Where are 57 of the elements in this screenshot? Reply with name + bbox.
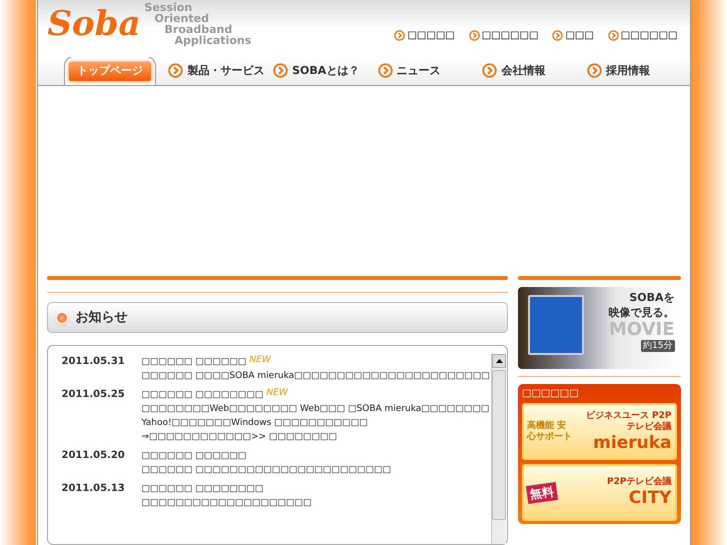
- chevron-icon: [552, 30, 564, 42]
- news-title[interactable]: □□□□□□ □□□□□□□□: [142, 482, 264, 496]
- news-text: □□□□□□□□□□□□□□□□□□□□: [142, 497, 312, 510]
- chevron-icon: [468, 30, 480, 42]
- news-title[interactable]: □□□□□□ □□□□□□: [142, 449, 246, 463]
- news-date: 2011.05.13: [62, 482, 126, 496]
- banner-text: 映像で見る。: [608, 305, 674, 320]
- laptop-photo: [528, 295, 584, 355]
- banner-text: 約15分: [641, 340, 674, 352]
- nav-tab[interactable]: 会社情報: [480, 56, 585, 86]
- news-text: □□□□□□ □□□□□□□□□□□□□□□□□□□□□□□: [142, 464, 391, 477]
- chevron-icon: [482, 63, 498, 78]
- banner-headline: P2Pテレビ会議: [607, 477, 672, 488]
- banner-text: SOBAを: [629, 290, 674, 305]
- utility-link[interactable]: □□□□□□: [608, 28, 678, 44]
- chevron-icon: [273, 63, 288, 78]
- news-title[interactable]: □□□□□□ □□□□□□□□: [142, 388, 264, 402]
- new-label: NEW: [249, 355, 271, 366]
- logo-tagline-word: Session: [144, 2, 192, 13]
- chevron-icon: [586, 63, 602, 78]
- logo-tagline-word: Oriented: [154, 13, 209, 24]
- news-date: 2011.05.20: [62, 449, 126, 463]
- news-text: Yahoo!□□□□□□□Windows □□□□□□□□□□□: [142, 417, 369, 430]
- nav-tab[interactable]: SOBAとは？: [271, 56, 376, 86]
- banner-label: 高機能 安心サポート: [527, 420, 574, 442]
- bullet-icon: [56, 312, 68, 324]
- news-text: □□□□□□□□Web□□□□□□□□ Web□□□ □SOBA mieruka□□□□□□□□: [142, 403, 490, 416]
- product-box-title: □□□□□□: [522, 388, 580, 399]
- new-label: NEW: [266, 388, 288, 399]
- utility-link[interactable]: □□□□□□: [468, 28, 538, 44]
- news-text: □□□□□□ □□□□SOBA mieruka□□□□□□□□□□□□□□□□□□□□□□□: [142, 370, 490, 383]
- utility-link[interactable]: □□□□□: [394, 28, 455, 44]
- news-title[interactable]: □□□□□□ □□□□□□: [142, 355, 246, 369]
- news-text: ⇒□□□□□□□□□□□□>> □□□□□□□□: [142, 431, 338, 444]
- section-title: お知らせ: [76, 308, 128, 327]
- nav-tab[interactable]: 製品・サービス: [166, 56, 272, 86]
- nav-tab[interactable]: 採用情報: [584, 56, 690, 86]
- banner-brand: mieruka: [593, 432, 672, 452]
- news-date: 2011.05.31: [62, 355, 126, 369]
- banner-brand: CITY: [628, 488, 672, 508]
- banner-text: MOVIE: [608, 320, 674, 340]
- chevron-icon: [608, 30, 619, 42]
- news-date: 2011.05.25: [62, 388, 126, 402]
- product-banner[interactable]: 無料 P2Pテレビ会議 CITY: [522, 464, 676, 521]
- logo-tagline-word: Applications: [174, 35, 252, 46]
- product-banner[interactable]: 高機能 安心サポート ビジネスユース P2Pテレビ会議 mieruka: [522, 403, 676, 460]
- chevron-icon: [394, 30, 406, 42]
- utility-link[interactable]: □□□: [552, 28, 594, 44]
- nav-tab[interactable]: ニュース: [376, 56, 480, 86]
- scrollbar[interactable]: [491, 354, 506, 544]
- chevron-icon: [168, 63, 184, 78]
- logo-tagline-word: Broadband: [164, 24, 232, 35]
- banner-headline: ビジネスユース P2Pテレビ会議: [584, 410, 672, 432]
- banner-badge: 無料: [526, 482, 558, 504]
- chevron-icon: [378, 63, 393, 78]
- scroll-thumb[interactable]: [492, 370, 506, 520]
- scroll-up-icon[interactable]: [492, 354, 506, 368]
